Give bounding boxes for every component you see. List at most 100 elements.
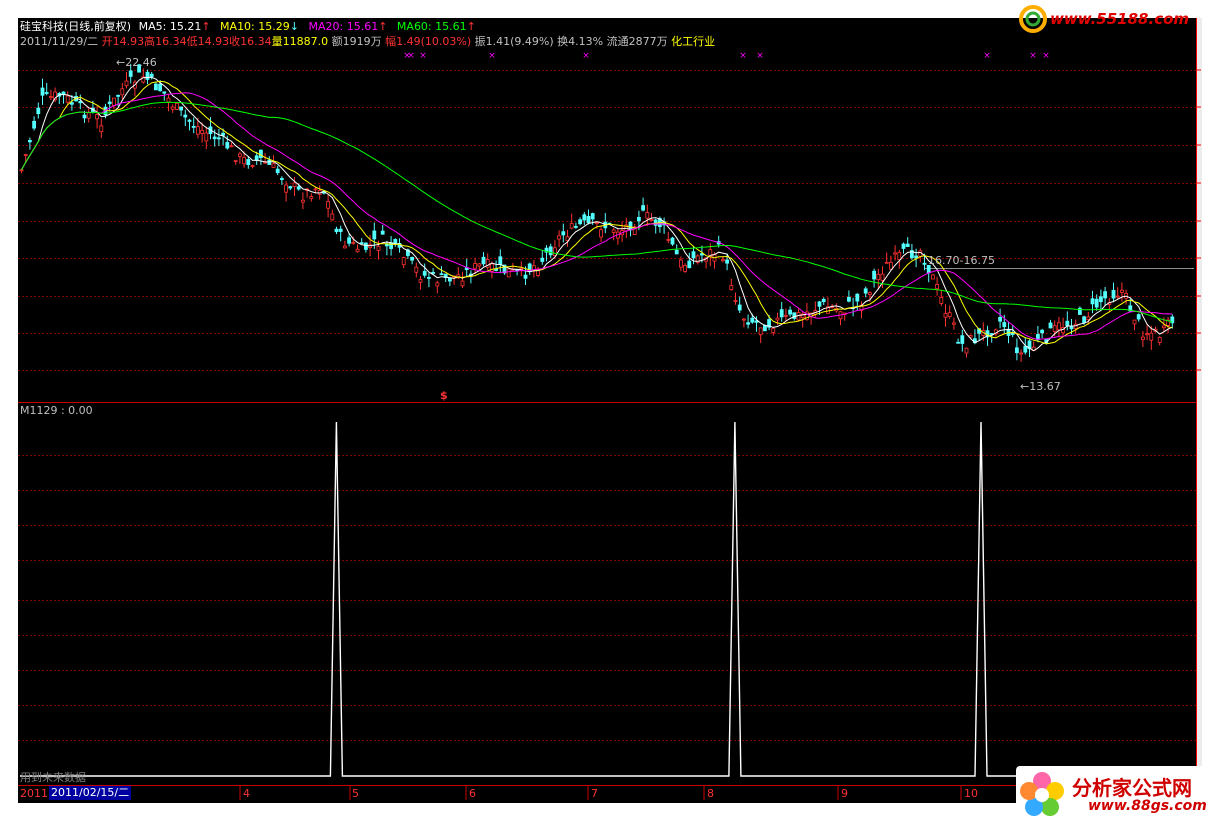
candle-body — [742, 318, 746, 321]
candle-body — [170, 106, 175, 110]
candle-body — [1019, 352, 1023, 355]
candle-body — [1057, 322, 1061, 331]
ma20-label: MA20: — [308, 20, 344, 33]
candle-body — [863, 288, 868, 294]
candle-body — [300, 199, 305, 203]
candle-body — [897, 251, 902, 261]
candle-body — [653, 219, 658, 226]
quote-date: 2011/11/29/二 — [20, 35, 99, 48]
candle-body — [1023, 345, 1028, 353]
candle-body — [914, 255, 918, 259]
candle-body — [254, 155, 259, 161]
candle-body — [733, 300, 738, 302]
quote-row: 2011/11/29/二 开14.93高16.34低14.93收16.34量11… — [20, 35, 715, 49]
candle-body — [216, 137, 221, 140]
candle-body — [393, 239, 398, 244]
candle-body — [578, 219, 582, 225]
indicator-label: M1129 : 0.00 — [20, 404, 93, 417]
candle-body — [162, 91, 167, 94]
ma10-arrow-icon: ↓ — [289, 20, 299, 33]
candle-body — [1065, 320, 1070, 327]
candle-body — [641, 205, 645, 211]
quote-volume: 量11887.0 — [271, 35, 329, 48]
candle-body — [1115, 295, 1120, 298]
candle-body — [1040, 329, 1044, 334]
candle-body — [721, 259, 725, 262]
candle-body — [19, 169, 24, 172]
candle-body — [788, 309, 792, 315]
candle-body — [998, 317, 1002, 322]
candle-body — [729, 285, 734, 290]
candle-body — [687, 260, 692, 269]
candle-body — [124, 80, 129, 87]
candle-body — [338, 228, 343, 232]
candle-body — [506, 268, 511, 278]
candle-body — [893, 252, 897, 255]
candle-body — [586, 216, 591, 224]
range-annotation: 16.70-16.75 — [928, 254, 995, 267]
candle-body — [1002, 322, 1007, 328]
candle-body — [855, 293, 860, 302]
candle-body — [82, 114, 87, 119]
period-high-value: 22.46 — [125, 56, 157, 69]
candle-body — [410, 257, 415, 261]
candle-body — [931, 274, 935, 280]
candle-body — [553, 247, 557, 257]
candle-body — [683, 265, 687, 272]
candle-body — [880, 273, 885, 281]
month-label-8: 8 — [707, 787, 714, 800]
candle-body — [99, 125, 104, 133]
candle-body — [233, 160, 238, 163]
period-high-annotation: ←22.46 — [116, 56, 157, 69]
candle-body — [548, 246, 553, 256]
candle-body — [1120, 289, 1124, 293]
swirl-logo-icon — [1019, 5, 1047, 33]
candle-body — [821, 298, 826, 303]
candle-body — [49, 96, 53, 98]
candle-body — [221, 132, 226, 136]
candle-body — [107, 101, 112, 105]
candle-body — [326, 201, 331, 209]
candle-body — [271, 163, 276, 168]
candle-body — [758, 327, 763, 336]
candle-body — [649, 219, 654, 221]
candle-body — [1136, 314, 1141, 320]
candle-body — [523, 274, 528, 279]
candle-body — [275, 168, 280, 174]
candle-body — [246, 159, 251, 166]
candle-body — [473, 263, 478, 269]
candle-body — [447, 277, 452, 282]
candle-body — [1149, 332, 1154, 341]
header-row: 硅宝科技(日线,前复权) MA5: 15.21↑ MA10: 15.29↓ MA… — [20, 20, 476, 34]
candle-body — [947, 312, 952, 318]
month-label-7: 7 — [591, 787, 598, 800]
candle-body — [44, 92, 49, 94]
candle-body — [258, 149, 263, 159]
candle-body — [355, 248, 360, 253]
top-watermark: www.55188.com — [1018, 4, 1208, 34]
candle-body — [599, 229, 603, 238]
candle-body — [952, 322, 956, 325]
candle-body — [595, 222, 599, 224]
candle-body — [166, 97, 171, 103]
candle-body — [561, 231, 566, 236]
candle-body — [149, 73, 154, 77]
bottom-watermark-url: www.88gs.com — [1088, 798, 1207, 814]
candle-body — [1048, 322, 1053, 329]
timeline-year: 2011 — [20, 787, 48, 800]
candle-body — [363, 242, 368, 250]
bottom-watermark: 分析家公式网 www.88gs.com — [1016, 766, 1216, 823]
candle-body — [40, 87, 45, 96]
candle-body — [746, 322, 750, 325]
candle-body — [943, 312, 948, 318]
candle-body — [153, 83, 158, 91]
candle-body — [763, 325, 767, 332]
candle-body — [637, 217, 641, 222]
candle-body — [964, 347, 969, 354]
candle-body — [174, 102, 179, 110]
signal-cross-icon: × — [739, 51, 747, 61]
candle-body — [1094, 298, 1099, 308]
candle-body — [309, 196, 314, 199]
candle-body — [817, 301, 822, 307]
candle-body — [422, 270, 427, 276]
